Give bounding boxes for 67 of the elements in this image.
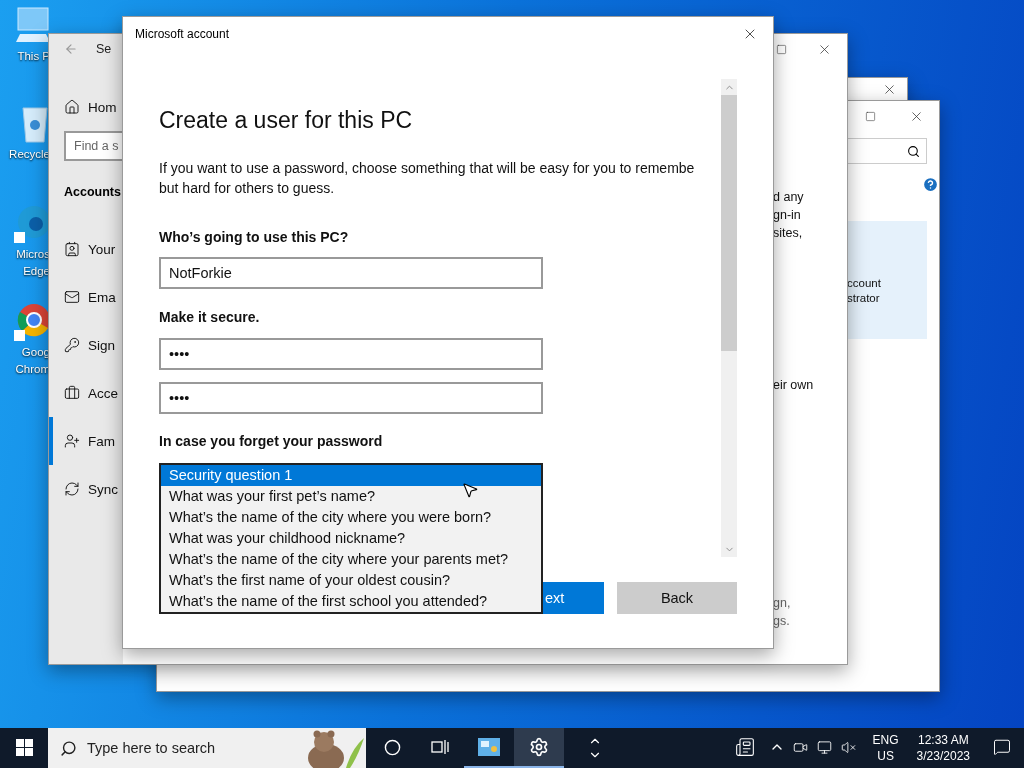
search-icon [907, 144, 920, 158]
scrollbar[interactable] [721, 79, 737, 557]
panel-text: ccount [847, 276, 882, 291]
dropdown-option[interactable]: What’s the name of the first school you attended? [161, 591, 541, 612]
username-field[interactable]: NotForkie [159, 257, 543, 289]
field-label: Make it secure. [159, 308, 261, 326]
taskbar-search-field[interactable]: Type here to search [48, 728, 366, 768]
dialog-title: Microsoft account [135, 27, 230, 41]
password-field[interactable]: •••• [159, 382, 543, 414]
windows-logo-icon [15, 738, 33, 756]
dropdown-option[interactable]: Security question 1 [161, 465, 541, 486]
taskbar-app-button[interactable] [514, 728, 564, 768]
description-text: gn, [773, 595, 792, 612]
description-text: gn-in [773, 207, 802, 224]
panel-text: strator [847, 291, 881, 306]
maximize-icon [775, 43, 787, 55]
recycle-bin-icon [20, 104, 50, 144]
dropdown-option[interactable]: What was your childhood nickname? [161, 528, 541, 549]
desktop-icon-label[interactable]: Chrom [15, 362, 50, 376]
back-button[interactable]: Back [617, 582, 737, 614]
settings-icon [529, 737, 549, 757]
desktop-icon-label[interactable]: This P [17, 49, 50, 63]
language-indicator[interactable]: ENG US [864, 732, 907, 764]
field-label: In case you forget your password [159, 432, 384, 450]
description-text: eir own [773, 377, 815, 394]
briefcase-icon [64, 385, 80, 401]
circle-icon [383, 738, 401, 756]
description-text: sites, [773, 225, 804, 242]
task-view-icon [431, 739, 449, 755]
dropdown-option[interactable]: What was your first pet’s name? [161, 486, 541, 507]
nav-item[interactable]: Sign [49, 321, 123, 369]
cursor-icon [461, 481, 479, 499]
window-title: Se [96, 42, 112, 56]
description-text: d any [773, 189, 805, 206]
volume-muted-icon [841, 739, 857, 755]
description-text: gs. [773, 613, 791, 630]
news-icon [734, 737, 755, 757]
home-item[interactable]: Hom [49, 83, 123, 131]
dropdown-option[interactable]: What’s the name of the city where you were born? [161, 507, 541, 528]
help-icon[interactable] [922, 176, 939, 193]
mail-icon [64, 289, 80, 305]
search-icon [60, 739, 77, 757]
nav-item[interactable]: Sync [49, 465, 123, 513]
home-icon [64, 99, 80, 115]
search-field[interactable]: Find a s [64, 131, 125, 161]
dropdown-option[interactable]: What’s the name of the city where your parents met? [161, 549, 541, 570]
sync-icon [64, 481, 80, 497]
key-icon [64, 337, 80, 353]
clock[interactable]: 12:33 AM 3/23/2023 [906, 732, 980, 764]
maximize-icon [864, 110, 876, 122]
desktop-icon-label[interactable]: Goog [21, 345, 50, 359]
nav-item[interactable]: Acce [49, 369, 123, 417]
next-button[interactable]: ext [540, 582, 604, 614]
notification-icon [993, 738, 1011, 756]
control-panel-icon [478, 738, 500, 756]
nav-item[interactable]: Ema [49, 273, 123, 321]
network-icon [817, 739, 833, 755]
password-field[interactable]: •••• [159, 338, 543, 370]
person-add-icon [64, 433, 80, 449]
dialog-heading: Create a user for this PC [159, 106, 414, 135]
dropdown-option[interactable]: What’s the first name of your oldest cousin? [161, 570, 541, 591]
contact-card-icon [64, 241, 80, 257]
section-heading: Accounts [64, 185, 122, 199]
intro-paragraph: If you want to use a password, choose something that will be easy for you to remembe but hard for others to guess. [159, 159, 696, 198]
nav-item[interactable]: Your [49, 225, 123, 273]
scrollbar-thumb[interactable] [721, 95, 737, 351]
field-label: Who’s going to use this PC? [159, 228, 350, 246]
